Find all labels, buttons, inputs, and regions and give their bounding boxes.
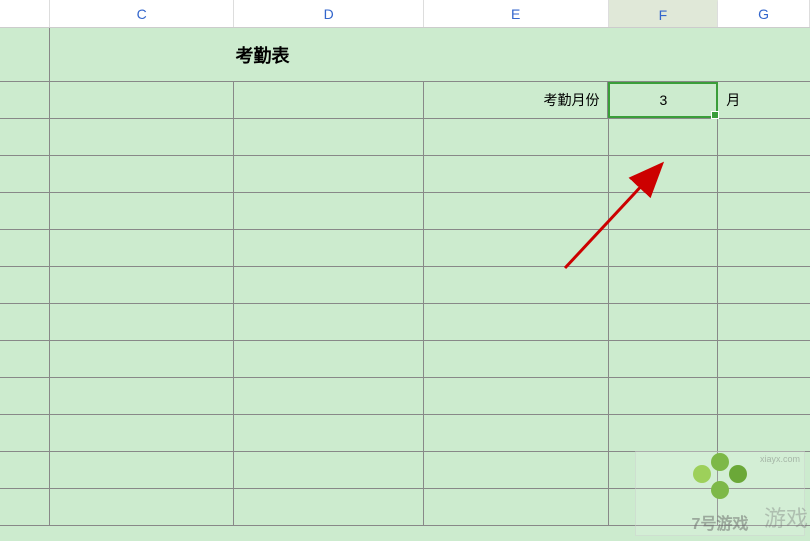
cell[interactable] <box>234 378 424 414</box>
table-row: 考勤月份 3 月 <box>0 82 810 119</box>
table-row <box>0 304 810 341</box>
cell[interactable] <box>234 193 424 229</box>
cell[interactable] <box>424 193 609 229</box>
cell[interactable] <box>50 452 235 488</box>
cell[interactable] <box>609 193 719 229</box>
table-row <box>0 156 810 193</box>
cell[interactable] <box>0 415 50 451</box>
cell[interactable] <box>718 341 810 377</box>
cell[interactable] <box>234 119 424 155</box>
cell[interactable] <box>718 193 810 229</box>
cell[interactable] <box>609 489 719 525</box>
cell[interactable] <box>0 28 50 81</box>
cell[interactable] <box>50 230 235 266</box>
cell[interactable] <box>609 341 719 377</box>
cell[interactable] <box>424 230 609 266</box>
cell[interactable] <box>50 119 235 155</box>
title-cell[interactable]: 考勤表 <box>50 28 475 81</box>
cell[interactable] <box>718 156 810 192</box>
cell[interactable] <box>0 304 50 340</box>
table-row <box>0 452 810 489</box>
cell[interactable] <box>0 82 50 118</box>
col-header-e[interactable]: E <box>424 0 609 27</box>
cell[interactable] <box>234 156 424 192</box>
cell[interactable] <box>234 304 424 340</box>
cell[interactable] <box>609 415 719 451</box>
cell[interactable] <box>424 304 609 340</box>
table-row <box>0 230 810 267</box>
table-row: 考勤表 <box>0 28 810 82</box>
cell[interactable] <box>234 82 424 118</box>
sheet-title: 考勤表 <box>236 42 290 68</box>
cell[interactable] <box>50 341 235 377</box>
cell[interactable] <box>50 378 235 414</box>
cell[interactable] <box>609 267 719 303</box>
cell[interactable] <box>424 378 609 414</box>
cell[interactable] <box>0 230 50 266</box>
col-header-g[interactable]: G <box>718 0 810 27</box>
cell[interactable] <box>50 267 235 303</box>
col-header-c[interactable]: C <box>50 0 235 27</box>
cell[interactable] <box>609 452 719 488</box>
table-row <box>0 378 810 415</box>
cell[interactable] <box>234 452 424 488</box>
month-suffix-cell[interactable]: 月 <box>718 82 810 118</box>
cell[interactable] <box>424 119 609 155</box>
cell[interactable] <box>234 341 424 377</box>
cell[interactable] <box>234 489 424 525</box>
table-row <box>0 415 810 452</box>
cell[interactable] <box>424 341 609 377</box>
cell[interactable] <box>0 489 50 525</box>
cell[interactable] <box>424 415 609 451</box>
table-row <box>0 489 810 526</box>
cell[interactable] <box>0 193 50 229</box>
cell[interactable] <box>234 267 424 303</box>
cell[interactable] <box>424 156 609 192</box>
cell[interactable] <box>50 489 235 525</box>
table-row <box>0 193 810 230</box>
cell[interactable] <box>609 230 719 266</box>
cell[interactable] <box>609 156 719 192</box>
column-header-row: C D E F G <box>0 0 810 28</box>
cell[interactable] <box>0 452 50 488</box>
cell[interactable] <box>50 82 235 118</box>
cell[interactable] <box>609 304 719 340</box>
cell[interactable] <box>50 304 235 340</box>
table-row <box>0 267 810 304</box>
cell[interactable] <box>50 156 235 192</box>
cell[interactable] <box>609 378 719 414</box>
col-header-d[interactable]: D <box>234 0 424 27</box>
cell[interactable] <box>234 415 424 451</box>
table-row <box>0 341 810 378</box>
table-row <box>0 119 810 156</box>
month-value-cell[interactable]: 3 <box>608 82 718 118</box>
month-label-cell[interactable]: 考勤月份 <box>424 82 609 118</box>
cell[interactable] <box>609 119 719 155</box>
cell[interactable] <box>50 415 235 451</box>
cell[interactable] <box>718 267 810 303</box>
cell[interactable] <box>718 452 810 488</box>
cell[interactable] <box>0 119 50 155</box>
cell[interactable] <box>718 378 810 414</box>
cell[interactable] <box>424 267 609 303</box>
cell[interactable] <box>50 193 235 229</box>
cell[interactable] <box>0 341 50 377</box>
cell[interactable] <box>424 452 609 488</box>
watermark-side: 游戏 <box>764 501 808 533</box>
cell[interactable] <box>0 156 50 192</box>
cell[interactable] <box>0 378 50 414</box>
col-header-f[interactable]: F <box>609 0 719 27</box>
spreadsheet-grid[interactable]: 考勤表 考勤月份 3 月 <box>0 28 810 541</box>
cell[interactable] <box>475 28 810 81</box>
cell[interactable] <box>0 267 50 303</box>
cell[interactable] <box>718 415 810 451</box>
col-header-blank[interactable] <box>0 0 50 27</box>
cell[interactable] <box>234 230 424 266</box>
cell[interactable] <box>718 304 810 340</box>
cell[interactable] <box>718 230 810 266</box>
cell[interactable] <box>718 119 810 155</box>
cell[interactable] <box>424 489 609 525</box>
